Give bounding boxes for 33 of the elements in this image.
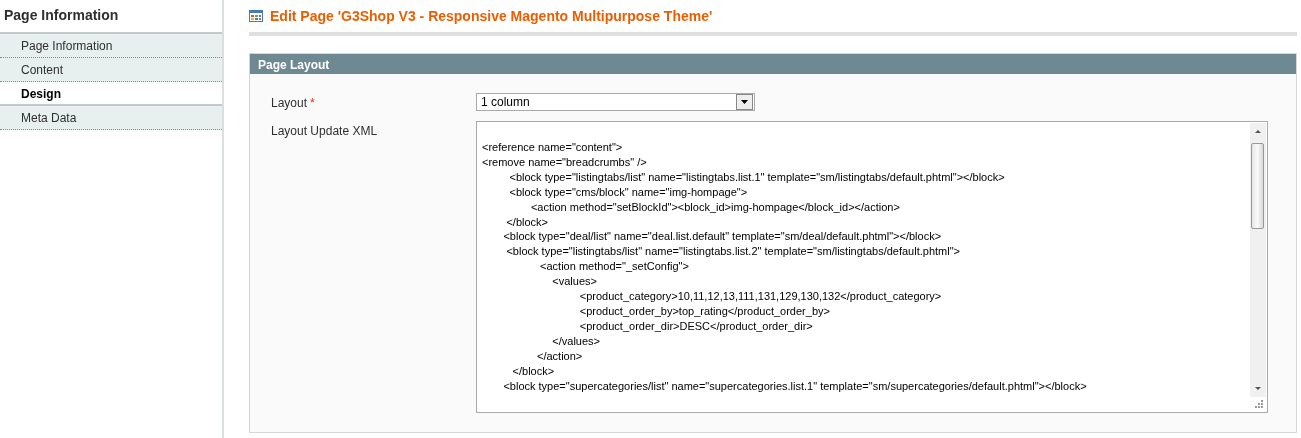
code-line: <block type="cms/block" name="img-hompage"> (508, 184, 748, 200)
code-line: <remove name="breadcrumbs" /> (482, 154, 647, 170)
scroll-thumb[interactable] (1251, 143, 1264, 229)
code-line: <block type="listingtabs/list" name="listingtabs.list.2" template="sm/listingtabs/default.phtml"> (505, 244, 961, 260)
code-line: </action> (536, 348, 583, 364)
code-line: <block type="supercategories/list" name="supercategories.list.1" template="sm/supercategories/default.phtml"></block> (502, 378, 1087, 394)
select-value: 1 column (481, 95, 530, 109)
code-line: <product_order_by>top_rating</product_order_by> (578, 303, 830, 319)
code-line: </values> (551, 333, 600, 349)
code-line: <action method="setBlockId"><block_id>img-hompage</block_id></action> (529, 199, 900, 215)
code-line: </block> (511, 363, 555, 379)
code-line: <product_category>10,11,12,13,111,131,129,130,132</product_category> (578, 289, 942, 304)
resize-grip-icon (1254, 399, 1264, 409)
required-mark: * (310, 96, 315, 110)
code-line: </block> (505, 214, 549, 230)
field-label: Layout * (271, 95, 316, 111)
sidebar-tab[interactable]: Meta Data (0, 106, 222, 130)
scrollbar[interactable] (1250, 123, 1266, 397)
caret-icon (736, 94, 753, 110)
page-title: Edit Page 'G3Shop V3 - Responsive Magento Multipurpose Theme' (270, 8, 713, 24)
code-line: <action method="_setConfig"> (539, 259, 689, 275)
sidebar-tab[interactable]: Content (0, 58, 222, 82)
code-line: <block type="deal/list" name="deal.list.default" template="sm/deal/default.phtml"></block> (502, 229, 942, 245)
sidebar-tab[interactable]: Page Information (0, 34, 222, 58)
code-line: <product_order_dir>DESC</product_order_dir> (578, 318, 813, 334)
field-label: Layout Update XML (271, 123, 379, 140)
layout-select[interactable]: 1 column (476, 93, 755, 111)
section-header: Page Layout (250, 54, 1296, 74)
grid-icon (249, 10, 263, 22)
xml-field[interactable] (476, 121, 1268, 413)
code-line: <reference name="content"> (482, 140, 623, 155)
code-line: <block type="listingtabs/list" name="listingtabs.list.1" template="sm/listingtabs/default.phtml"></block> (508, 169, 1005, 185)
code-line: <values> (551, 274, 597, 290)
